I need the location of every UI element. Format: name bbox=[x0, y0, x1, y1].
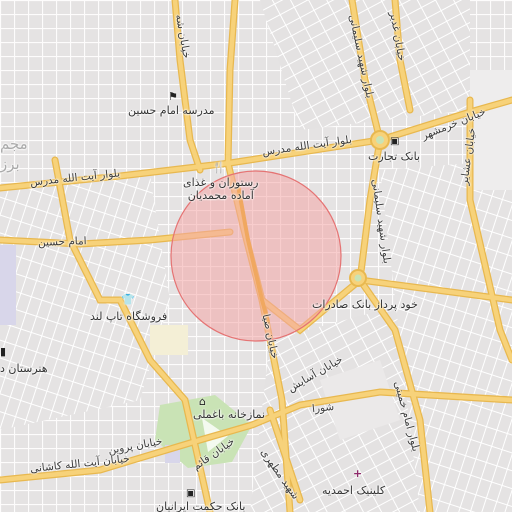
bank-icon-hekmat[interactable]: ▣ bbox=[186, 488, 195, 499]
poi-label-bank-tejarat[interactable]: بانک تجارت bbox=[368, 150, 420, 163]
poi-label-atm-saderat[interactable]: خود پرداز بانک صادرات bbox=[312, 298, 418, 311]
poi-label-school[interactable]: مدرسه امام حسین bbox=[128, 104, 215, 117]
poi-label-restaurant-line2: آماده محمدیان bbox=[187, 189, 254, 202]
road-label-shora: شورا bbox=[311, 400, 335, 416]
poi-label-bank-hekmat[interactable]: بانک حکمت ایرانیان bbox=[156, 500, 245, 512]
mosque-icon[interactable]: ⌂ bbox=[199, 396, 206, 407]
shirt-icon[interactable]: 👕 bbox=[121, 294, 135, 305]
edge-label-top-left: مجم bbox=[0, 135, 28, 153]
map-graphics bbox=[0, 0, 512, 512]
school-icon[interactable]: ⚑ bbox=[168, 91, 178, 102]
poi-label-restaurant-line1: رستوران و غذای bbox=[183, 176, 259, 189]
map-canvas[interactable]: بلوار آیت الله مدرس بلوار آیت الله مدرس … bbox=[0, 0, 512, 512]
bank-icon[interactable]: ▣ bbox=[390, 136, 399, 147]
restaurant-icon[interactable]: 🍴 bbox=[212, 162, 226, 173]
medical-cross-icon[interactable]: + bbox=[353, 468, 362, 479]
road-label-imam-hossein: امام حسین bbox=[37, 235, 87, 249]
poi-label-restaurant[interactable]: رستوران و غذای آماده محمدیان bbox=[183, 176, 258, 202]
poi-label-clothing-store[interactable]: فروشگاه تاپ لند bbox=[90, 310, 167, 323]
edge-label-left: برز bbox=[0, 155, 20, 173]
poi-label-clinic[interactable]: کلینیک احمدیه bbox=[322, 484, 385, 497]
poi-label-hospital-left[interactable]: هنرستان د bbox=[0, 362, 48, 375]
hospital-icon[interactable]: ▮ bbox=[0, 346, 6, 357]
poi-label-mosque[interactable]: نمازخانه باغملی bbox=[193, 408, 265, 421]
